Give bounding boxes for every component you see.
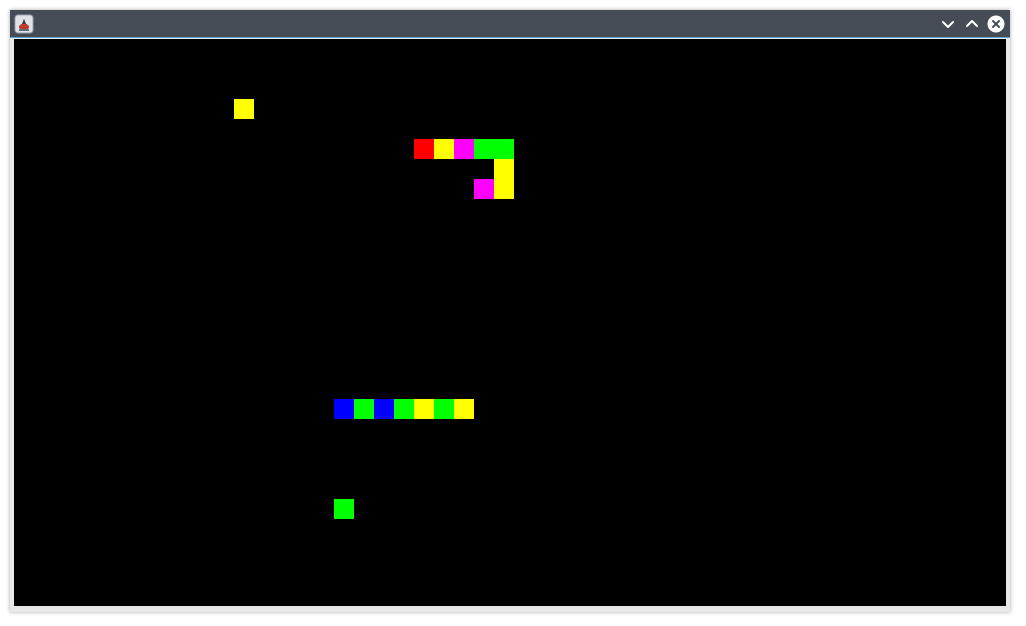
snake-1-segment (474, 179, 494, 199)
snake-2-segment (434, 399, 454, 419)
snake-2-segment (414, 399, 434, 419)
snake-2-segment (354, 399, 374, 419)
food-pellet (234, 99, 254, 119)
minimize-button[interactable] (938, 14, 958, 34)
snake-1-segment (474, 139, 494, 159)
snake-2-head (334, 399, 354, 419)
chevron-up-icon (966, 20, 978, 27)
close-circle-icon (987, 15, 1005, 33)
title-bar[interactable] (10, 10, 1010, 38)
snake-1-segment (494, 159, 514, 179)
snake-2-segment (374, 399, 394, 419)
maximize-button[interactable] (962, 14, 982, 34)
snake-1-segment (434, 139, 454, 159)
snake-1-segment (454, 139, 474, 159)
snake-2-segment (394, 399, 414, 419)
snake-1-head (414, 139, 434, 159)
java-app-icon[interactable] (14, 14, 34, 34)
snake-1-segment (494, 179, 514, 199)
game-board[interactable] (14, 39, 1006, 606)
snake-2-segment (454, 399, 474, 419)
close-button[interactable] (986, 14, 1006, 34)
chevron-down-icon (942, 21, 954, 28)
snake-1-segment (494, 139, 514, 159)
game-window (10, 10, 1010, 612)
food-pellet (334, 499, 354, 519)
